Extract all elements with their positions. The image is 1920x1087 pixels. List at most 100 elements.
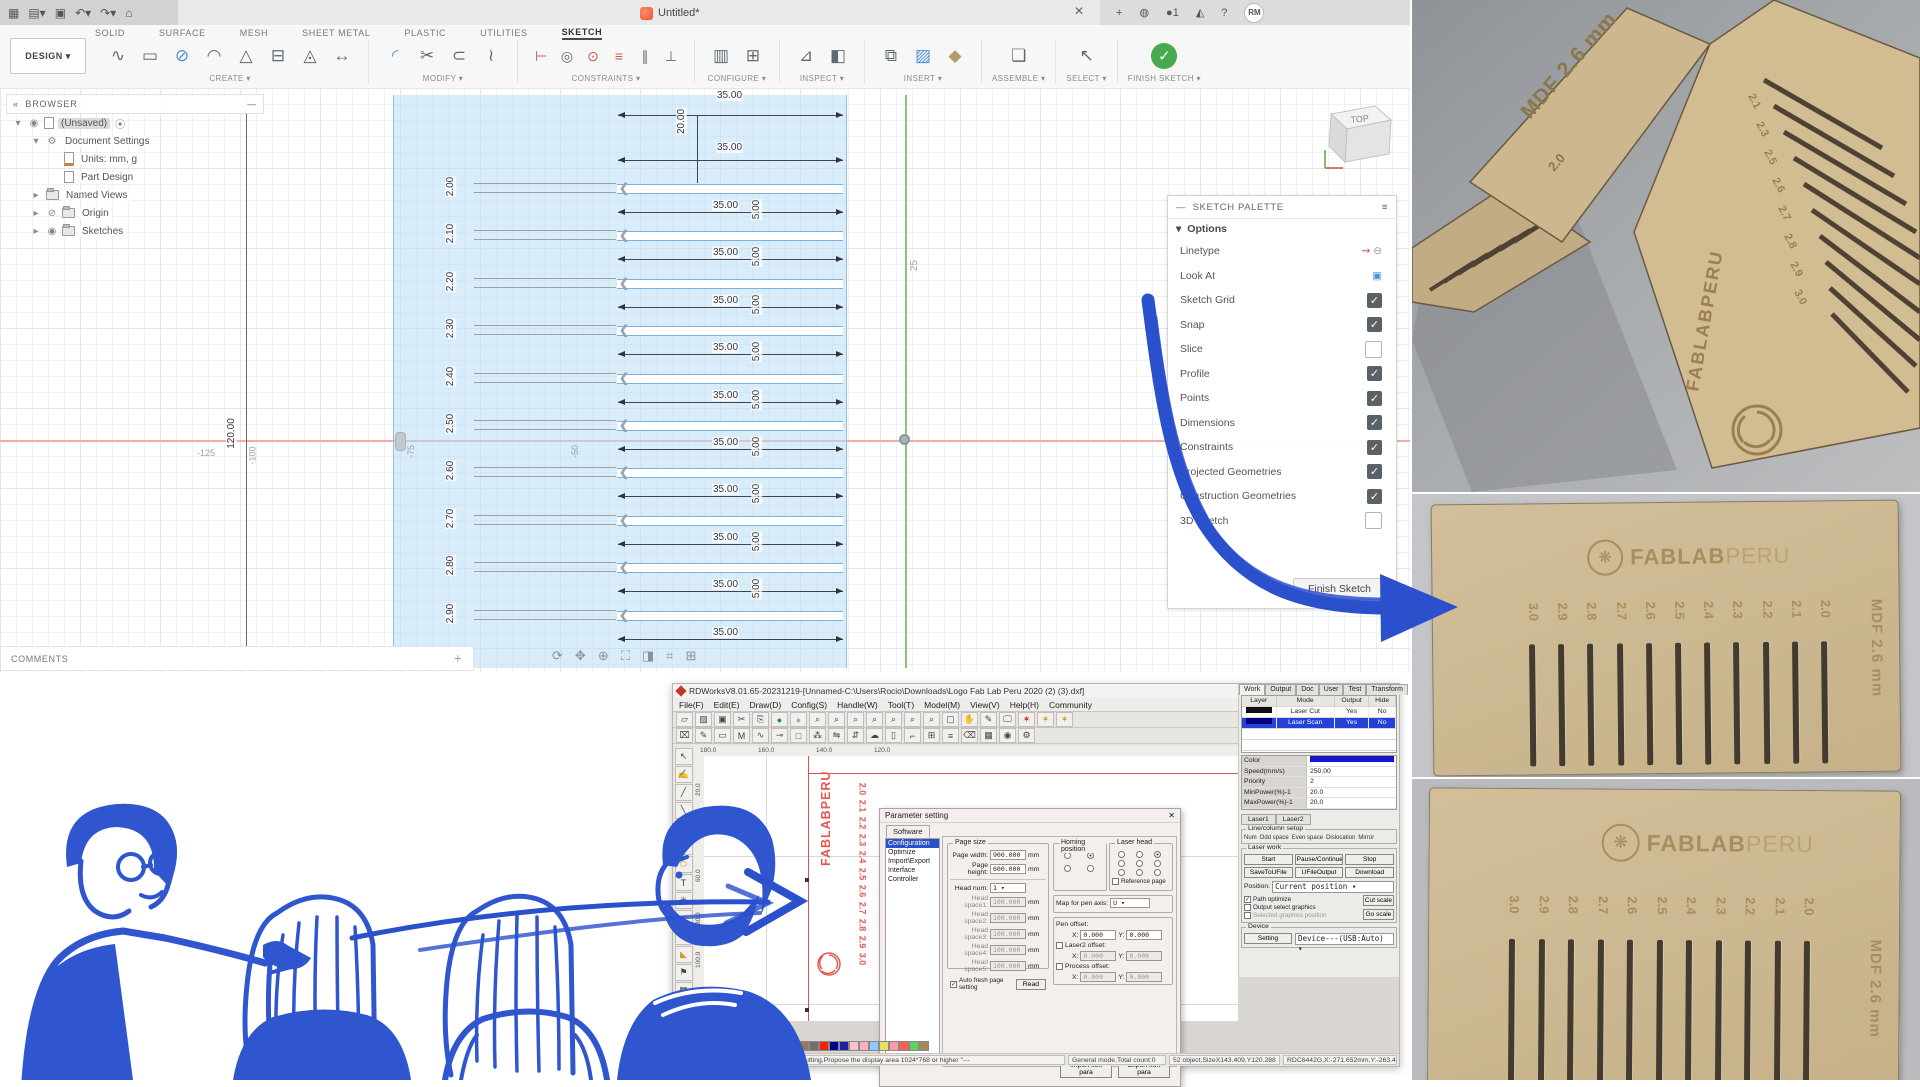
linetype-circle-icon[interactable]: ⊖	[1373, 245, 1382, 257]
new-component-icon[interactable]: ❏	[1003, 41, 1035, 71]
spline-icon[interactable]: ∿	[102, 41, 134, 71]
browser-item-origin[interactable]: ▸⊘Origin	[6, 204, 264, 222]
ufileoutput-button[interactable]: UFileOutput	[1295, 867, 1344, 878]
page-width-field[interactable]: 900.000	[990, 850, 1026, 860]
fillet-icon[interactable]: ◜	[379, 41, 411, 71]
tab-close-icon[interactable]: ✕	[1074, 4, 1084, 18]
cut-icon[interactable]: ✂	[733, 712, 750, 727]
pen-offset-y[interactable]: 0.000	[1126, 930, 1162, 940]
finish-sketch-icon[interactable]: ✓	[1151, 43, 1177, 69]
group-icon[interactable]: ⊞	[923, 728, 940, 743]
browser-item-named-views[interactable]: ▸Named Views	[6, 186, 264, 204]
slice-checkbox[interactable]	[1365, 341, 1382, 358]
menu-community[interactable]: Community	[1049, 700, 1092, 710]
sketch-grid-checkbox[interactable]: ✓	[1367, 293, 1382, 308]
pan-icon[interactable]: ✥	[575, 648, 586, 664]
zoom6-icon[interactable]: ⌕	[904, 712, 921, 727]
tangent-icon[interactable]: ⊙	[580, 41, 606, 71]
position-select[interactable]: Current position ▾	[1272, 881, 1394, 893]
insert-derive-icon[interactable]: ⧉	[875, 41, 907, 71]
configure-icon[interactable]: ▥	[705, 41, 737, 71]
perpendicular-icon[interactable]: ⊥	[658, 41, 684, 71]
browser-item-part-design[interactable]: Part Design	[6, 168, 264, 186]
notifications-bell-icon[interactable]: ◭	[1196, 6, 1204, 19]
panel-tab-work[interactable]: Work	[1239, 684, 1265, 695]
ribbon-tab-solid[interactable]: SOLID	[95, 28, 125, 38]
homing-radio[interactable]	[1087, 865, 1094, 872]
browser-item-units-mm-g[interactable]: Units: mm, g	[6, 150, 264, 168]
menu-file[interactable]: File(F)	[679, 700, 704, 710]
zoom3-icon[interactable]: ⌕	[847, 712, 864, 727]
design-workspace-dropdown[interactable]: DESIGN ▾	[10, 38, 86, 74]
insert-image-icon[interactable]: ▨	[907, 41, 939, 71]
new-tab-icon[interactable]: +	[1116, 7, 1122, 19]
visibility-eye-icon[interactable]: ⊘	[46, 208, 58, 219]
laser-head-radio[interactable]	[1154, 869, 1161, 876]
erase-icon[interactable]: ⌫	[961, 728, 978, 743]
ruler-icon[interactable]: ▭	[714, 728, 731, 743]
browser-item-sketches[interactable]: ▸◉Sketches	[6, 222, 264, 240]
comments-bar[interactable]: COMMENTS ＋	[0, 646, 474, 671]
zoom-icon[interactable]: ⊕	[598, 648, 609, 664]
zoom2-icon[interactable]: ⌕	[828, 712, 845, 727]
select-tool-icon[interactable]: ↖	[675, 748, 693, 765]
fit-curve-icon[interactable]: ≀	[475, 41, 507, 71]
grid-settings-icon[interactable]: ⌗	[666, 648, 673, 664]
zoom1-icon[interactable]: ⌕	[809, 712, 826, 727]
construction-geometries-checkbox[interactable]: ✓	[1367, 489, 1382, 504]
homing-radio[interactable]	[1064, 865, 1071, 872]
new-icon[interactable]: ▱	[676, 712, 693, 727]
layer-row[interactable]: Laser CutYesNo	[1242, 707, 1396, 718]
open-icon[interactable]: ▨	[695, 712, 712, 727]
profile-checkbox[interactable]: ✓	[1367, 366, 1382, 381]
sim3-icon[interactable]: ✶	[1056, 712, 1073, 727]
browser-minimize-icon[interactable]: —	[247, 99, 257, 109]
copy-icon[interactable]: ⎘	[752, 712, 769, 727]
projected-geometries-checkbox[interactable]: ✓	[1367, 464, 1382, 479]
laser-head-radio[interactable]	[1118, 851, 1125, 858]
align-icon[interactable]: ≡	[942, 728, 959, 743]
menu-model[interactable]: Model(M)	[924, 700, 960, 710]
save-icon[interactable]: ▣	[55, 7, 66, 19]
read-button[interactable]: Read	[1016, 979, 1046, 990]
homing-radio[interactable]	[1064, 852, 1071, 859]
help-icon[interactable]: ?	[1221, 7, 1227, 19]
panel-tab-output[interactable]: Output	[1265, 684, 1296, 695]
ribbon-tab-plastic[interactable]: PLASTIC	[404, 28, 446, 38]
dimensions-checkbox[interactable]: ✓	[1367, 415, 1382, 430]
3d-sketch-checkbox[interactable]	[1365, 512, 1382, 529]
layer-table[interactable]: LayerModeOutputHideLaser CutYesNoLaser S…	[1241, 695, 1397, 753]
menu-config[interactable]: Config(S)	[791, 700, 827, 710]
parallel-icon[interactable]: ∥	[632, 41, 658, 71]
weld-icon[interactable]: ⊸	[771, 728, 788, 743]
ribbon-tab-surface[interactable]: SURFACE	[159, 28, 206, 38]
capture-icon[interactable]: ⌧	[676, 728, 693, 743]
panel-tab-test[interactable]: Test	[1343, 684, 1366, 695]
snap-checkbox[interactable]: ✓	[1367, 317, 1382, 332]
insert-mesh-icon[interactable]: ◆	[939, 41, 971, 71]
download-button[interactable]: Download	[1345, 867, 1394, 878]
start-button[interactable]: Start	[1244, 854, 1293, 865]
mirror-h-icon[interactable]: ⇋	[828, 728, 845, 743]
orbit-icon[interactable]: ⟳	[552, 648, 563, 664]
save-icon[interactable]: ▣	[714, 712, 731, 727]
zoom7-icon[interactable]: ⌕	[923, 712, 940, 727]
panel-tab-transform[interactable]: Transform	[1366, 684, 1408, 695]
viewports-icon[interactable]: ⊞	[685, 648, 696, 664]
browser-item--unsaved-[interactable]: ▾◉(Unsaved)⦿	[6, 114, 264, 132]
preview-icon[interactable]: ▢	[942, 712, 959, 727]
viewcube[interactable]: TOP	[1317, 92, 1401, 176]
device-select[interactable]: Device---(USB:Auto) ▾	[1295, 933, 1394, 945]
select-icon[interactable]: ↖	[1071, 41, 1103, 71]
head-num-select[interactable]: 1 ▾	[990, 883, 1026, 893]
laser-head-radio[interactable]	[1118, 860, 1125, 867]
laser-head-radio[interactable]	[1136, 860, 1143, 867]
offset-icon[interactable]: ⊂	[443, 41, 475, 71]
text-M-icon[interactable]: M	[733, 728, 750, 743]
menu-handle[interactable]: Handle(W)	[837, 700, 878, 710]
expand-icon[interactable]: ▾	[12, 118, 24, 129]
mirror-v-icon[interactable]: ⇵	[847, 728, 864, 743]
page-height-field[interactable]: 600.000	[990, 864, 1026, 874]
zoom4-icon[interactable]: ⌕	[866, 712, 883, 727]
circle-icon[interactable]: ⊘	[166, 41, 198, 71]
